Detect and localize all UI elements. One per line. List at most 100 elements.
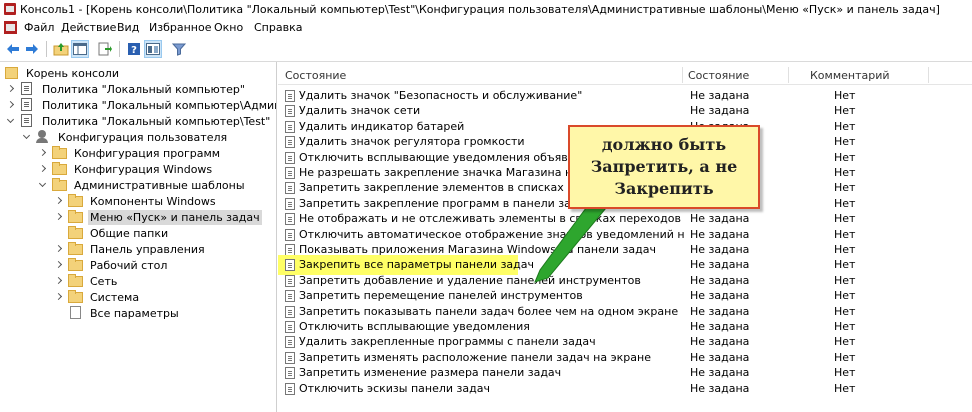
show-hide-tree-icon[interactable] (71, 40, 89, 58)
tree-item-admin-templates[interactable]: Административные шаблоны (38, 177, 247, 193)
policy-setting-icon (285, 120, 295, 133)
table-row[interactable]: Удалить значок "Безопасность и обслужива… (278, 88, 972, 104)
chevron-down-icon[interactable] (38, 180, 48, 190)
tree-item-label: Политика "Локальный компьютер\Администра… (42, 98, 276, 112)
console-menu-icon[interactable] (4, 21, 17, 34)
table-row[interactable]: Удалить значок сети Не задана Нет (278, 103, 972, 119)
forward-arrow-icon[interactable] (23, 40, 41, 58)
up-folder-icon[interactable] (52, 40, 70, 58)
tree-item-network[interactable]: Сеть (54, 273, 119, 289)
chevron-right-icon[interactable] (54, 244, 64, 254)
chevron-down-icon[interactable] (22, 132, 32, 142)
console-folder-icon (4, 66, 20, 80)
column-header-comment[interactable]: Комментарий (810, 69, 890, 82)
table-row[interactable]: Запретить изменять расположение панели з… (278, 350, 972, 366)
chevron-right-icon[interactable] (38, 148, 48, 158)
chevron-right-icon[interactable] (54, 260, 64, 270)
setting-name: Показывать приложения Магазина Windows н… (299, 243, 656, 256)
table-row[interactable]: Запретить показывать панели задач более … (278, 304, 972, 320)
policy-setting-icon (285, 151, 295, 164)
setting-name: Закрепить все параметры панели задач (299, 258, 535, 272)
tree-item-label: Система (90, 290, 140, 304)
table-row[interactable]: Запретить перемещение панелей инструмент… (278, 288, 972, 304)
policy-setting-icon (285, 90, 295, 102)
folder-icon (68, 290, 84, 304)
setting-state: Не задана (690, 366, 750, 380)
chevron-right-icon[interactable] (54, 196, 64, 206)
setting-state: Не задана (690, 227, 750, 241)
tree-item-policy-admin[interactable]: Политика "Локальный компьютер\Администра… (6, 97, 276, 113)
tree-item-console-root[interactable]: Корень консоли (4, 65, 121, 81)
tree-item-user-config[interactable]: Конфигурация пользователя (22, 129, 229, 145)
setting-comment: Нет (834, 135, 856, 149)
table-row[interactable]: Запретить добавление и удаление панелей … (278, 273, 972, 289)
menu-view[interactable]: Вид (117, 21, 139, 34)
tree-item-shared-folders[interactable]: Общие папки (54, 225, 170, 241)
tree-item-start-menu-taskbar[interactable]: Меню «Пуск» и панель задач (54, 209, 262, 225)
column-header-state[interactable]: Состояние (688, 69, 749, 82)
tree-item-software-config[interactable]: Конфигурация программ (38, 145, 222, 161)
setting-state: Не задана (690, 104, 750, 118)
chevron-right-icon[interactable] (54, 276, 64, 286)
setting-comment: Нет (834, 196, 856, 210)
policy-setting-icon (285, 367, 295, 380)
table-row[interactable]: Не отображать и не отслеживать элементы … (278, 211, 972, 227)
table-row[interactable]: Запретить изменение размера панели задач… (278, 365, 972, 381)
column-separator[interactable] (788, 67, 789, 83)
properties-icon[interactable] (144, 40, 162, 58)
tree-item-desktop[interactable]: Рабочий стол (54, 257, 169, 273)
menu-action[interactable]: Действие (61, 21, 116, 34)
table-row[interactable]: Отключить эскизы панели задач Не задана Не… (278, 381, 972, 397)
tree-item-control-panel[interactable]: Панель управления (54, 241, 207, 257)
table-row[interactable]: Закрепить все параметры панели задач Не з… (278, 255, 972, 276)
filter-icon[interactable] (170, 40, 188, 58)
tree-item-label: Политика "Локальный компьютер\Test" (42, 114, 271, 128)
setting-state: Не задана (690, 289, 750, 303)
tree-item-windows-config[interactable]: Конфигурация Windows (38, 161, 214, 177)
column-separator[interactable] (928, 67, 929, 83)
chevron-right-icon[interactable] (6, 84, 16, 94)
setting-state: Не задана (690, 243, 750, 256)
tree-item-label: Рабочий стол (90, 258, 168, 272)
back-arrow-icon[interactable] (4, 40, 22, 58)
callout-line-3: Закрепить (614, 179, 714, 198)
setting-name: Отключить автоматическое отображение зна… (299, 227, 684, 241)
tree-item-windows-components[interactable]: Компоненты Windows (54, 193, 218, 209)
tree-item-system[interactable]: Система (54, 289, 141, 305)
table-row[interactable]: Отключить автоматическое отображение зна… (278, 227, 972, 243)
chevron-right-icon[interactable] (54, 212, 64, 222)
menu-favorites[interactable]: Избранное (149, 21, 211, 34)
export-list-icon[interactable] (96, 40, 114, 58)
table-row[interactable]: Удалить закрепленные программы с панели … (278, 334, 972, 350)
policy-setting-icon (285, 213, 295, 226)
setting-comment: Нет (834, 273, 856, 287)
policy-setting-icon (285, 290, 295, 303)
chevron-right-icon[interactable] (38, 164, 48, 174)
setting-name: Удалить значок "Безопасность и обслужива… (299, 89, 583, 102)
toolbar-separator (119, 41, 120, 57)
menu-help[interactable]: Справка (254, 21, 302, 34)
table-row[interactable]: Отключить всплывающие уведомления Не зада… (278, 319, 972, 335)
policy-setting-icon (285, 136, 295, 149)
tree-item-policy-test[interactable]: Политика "Локальный компьютер\Test" (6, 113, 272, 129)
chevron-right-icon[interactable] (54, 292, 64, 302)
column-header-setting[interactable]: Состояние (285, 69, 346, 82)
menu-window[interactable]: Окно (214, 21, 243, 34)
tree-item-label: Все параметры (90, 306, 179, 320)
setting-name: Отключить эскизы панели задач (299, 381, 490, 395)
setting-comment: Нет (834, 119, 856, 133)
help-icon[interactable]: ? (125, 40, 143, 58)
menu-file[interactable]: Файл (24, 21, 54, 34)
folder-icon (52, 146, 68, 160)
chevron-right-icon[interactable] (6, 100, 16, 110)
toolbar: ? (0, 37, 972, 62)
tree-item-policy-local[interactable]: Политика "Локальный компьютер" (6, 81, 247, 97)
tree-item-label: Конфигурация Windows (74, 162, 213, 176)
callout-line-1: должно быть (601, 135, 727, 154)
policy-setting-icon (285, 351, 295, 364)
title-bar: Консоль1 - [Корень консоли\Политика "Лок… (0, 0, 972, 19)
column-separator[interactable] (682, 67, 683, 83)
chevron-down-icon[interactable] (6, 116, 16, 126)
setting-name: Запретить добавление и удаление панелей … (299, 273, 641, 287)
tree-item-all-settings[interactable]: Все параметры (54, 305, 181, 321)
